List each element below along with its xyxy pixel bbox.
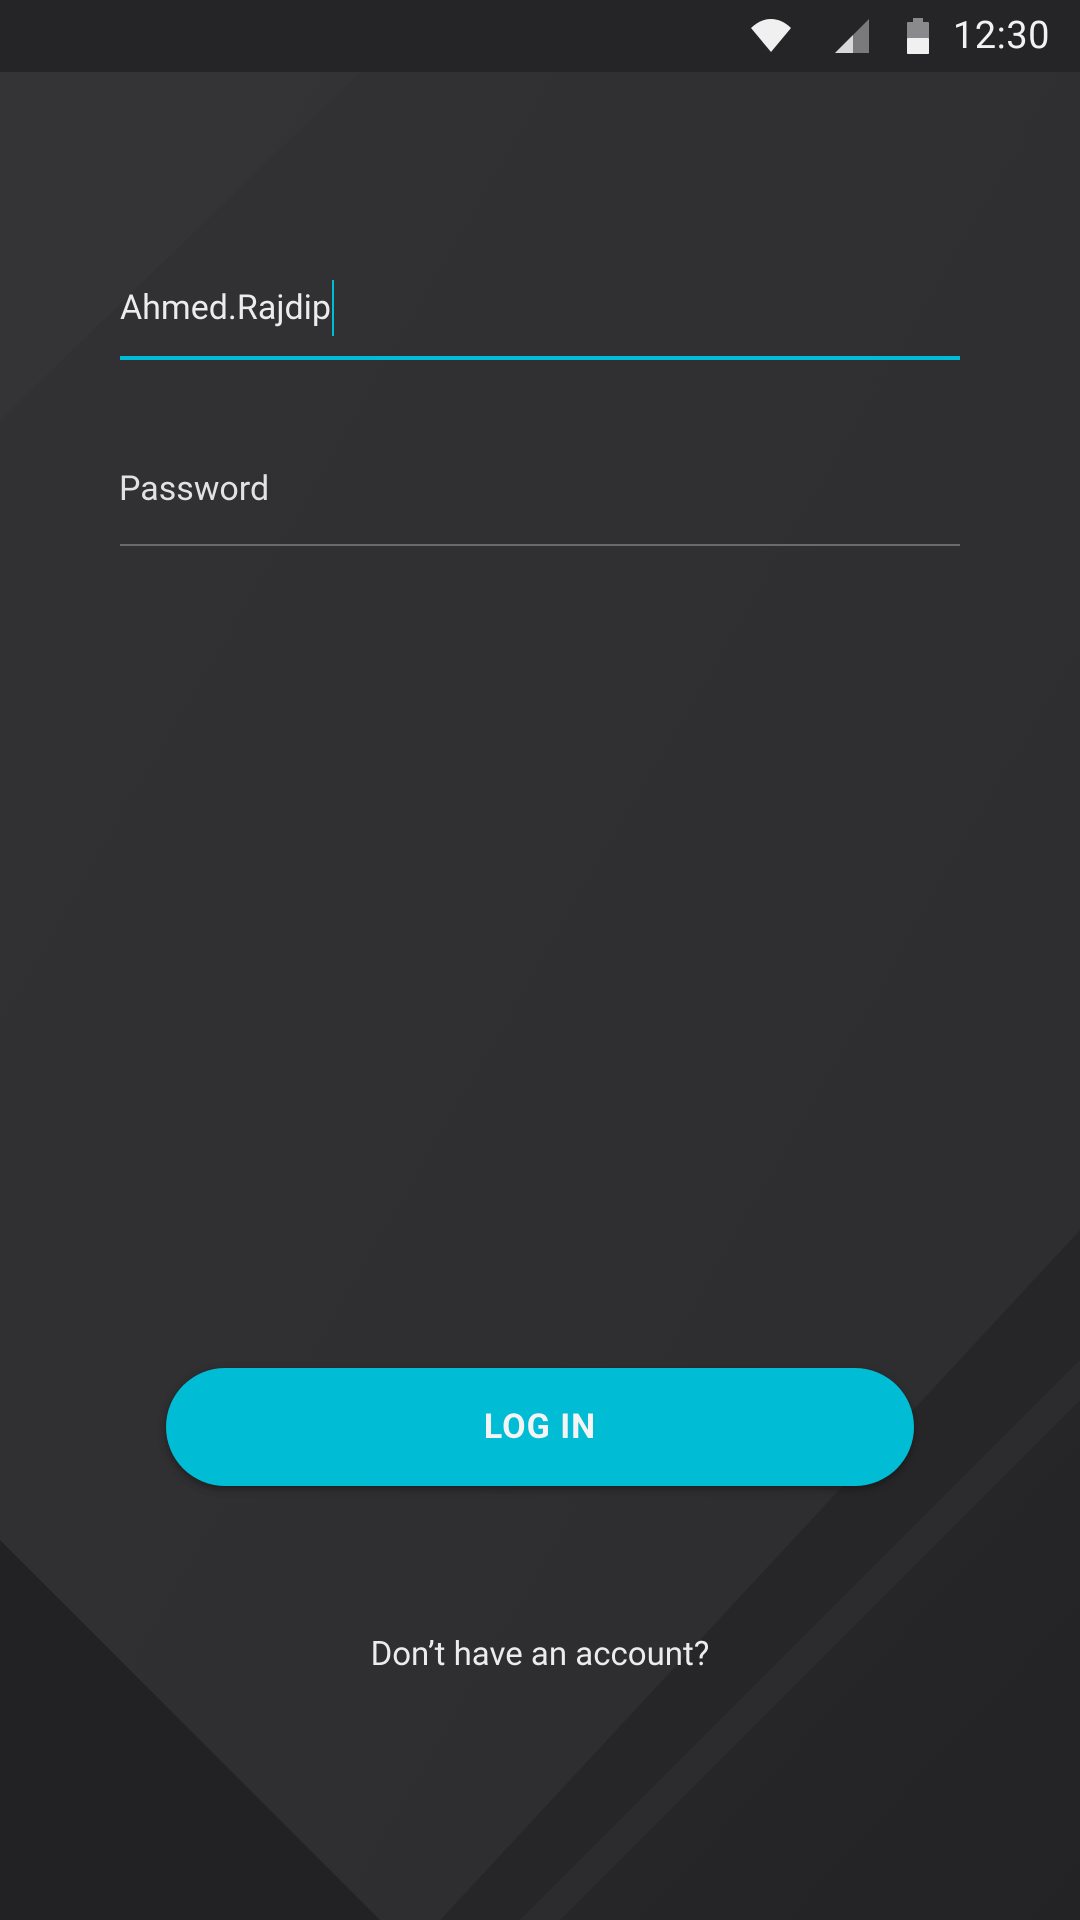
login-button[interactable]: LOG IN	[166, 1368, 914, 1486]
wifi-icon	[750, 19, 791, 52]
status-bar: 12:30	[0, 0, 1080, 72]
battery-icon	[906, 18, 929, 54]
clock: 12:30	[952, 14, 1050, 58]
login-screen: 12:30 Ahmed.Rajdip Password LOG IN Don’t…	[0, 0, 1080, 1920]
login-button-label: LOG IN	[483, 1407, 597, 1447]
text-cursor	[332, 280, 335, 336]
username-underline	[120, 356, 960, 360]
username-input[interactable]: Ahmed.Rajdip	[120, 280, 335, 338]
password-field[interactable]: Password	[119, 455, 960, 547]
cell-signal-icon	[834, 19, 869, 53]
password-placeholder[interactable]: Password	[119, 469, 269, 509]
username-field[interactable]: Ahmed.Rajdip	[120, 268, 960, 360]
signup-link[interactable]: Don’t have an account?	[0, 1635, 1080, 1674]
username-value: Ahmed.Rajdip	[120, 287, 332, 328]
password-underline	[120, 544, 960, 546]
